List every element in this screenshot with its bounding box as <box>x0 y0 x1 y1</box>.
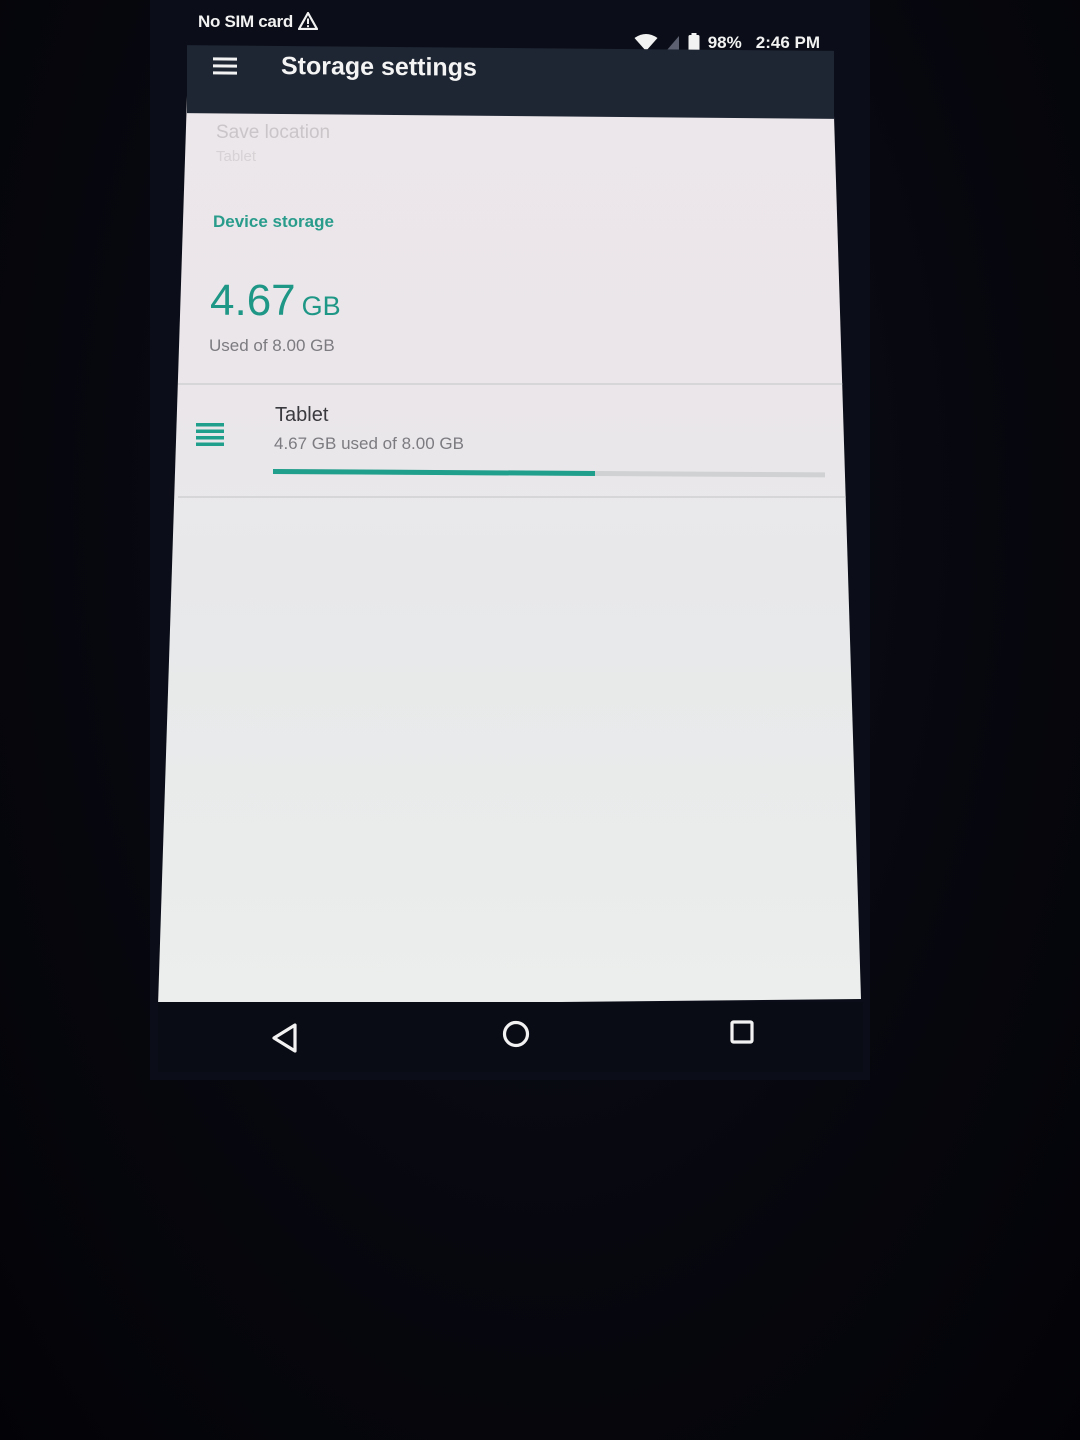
settings-screen: Save location Tablet Device storage 4.67… <box>158 96 861 1006</box>
storage-used-of: Used of 8.00 GB <box>209 336 335 355</box>
storage-used-unit: GB <box>301 291 341 321</box>
save-location-setting: Save location Tablet <box>216 122 330 165</box>
navigation-bar <box>158 1002 863 1072</box>
save-location-title: Save location <box>216 122 331 143</box>
storage-list-icon <box>196 423 224 446</box>
page-title: Storage settings <box>281 51 477 82</box>
save-location-value: Tablet <box>216 148 257 165</box>
device-storage-header: Device storage <box>213 212 334 231</box>
divider <box>178 496 861 498</box>
app-bar: Storage settings <box>187 45 834 119</box>
storage-used-total: 4.67 GB <box>210 276 341 326</box>
storage-volume-summary: 4.67 GB used of 8.00 GB <box>274 434 464 453</box>
storage-volume-tablet[interactable]: Tablet 4.67 GB used of 8.00 GB <box>178 386 858 494</box>
sim-status-text: No SIM card <box>198 12 293 31</box>
storage-used-value: 4.67 <box>210 276 296 325</box>
warning-icon <box>298 12 318 30</box>
storage-progress-bar <box>272 469 826 478</box>
back-icon[interactable] <box>268 1020 304 1056</box>
menu-icon[interactable] <box>213 55 239 77</box>
home-icon[interactable] <box>498 1016 534 1052</box>
storage-volume-title: Tablet <box>275 404 329 426</box>
recents-icon[interactable] <box>724 1014 760 1050</box>
storage-progress-fill <box>272 469 596 476</box>
divider <box>178 383 858 385</box>
tablet-device: No SIM card 98% 2:46 PM Save location Ta… <box>150 0 870 1080</box>
